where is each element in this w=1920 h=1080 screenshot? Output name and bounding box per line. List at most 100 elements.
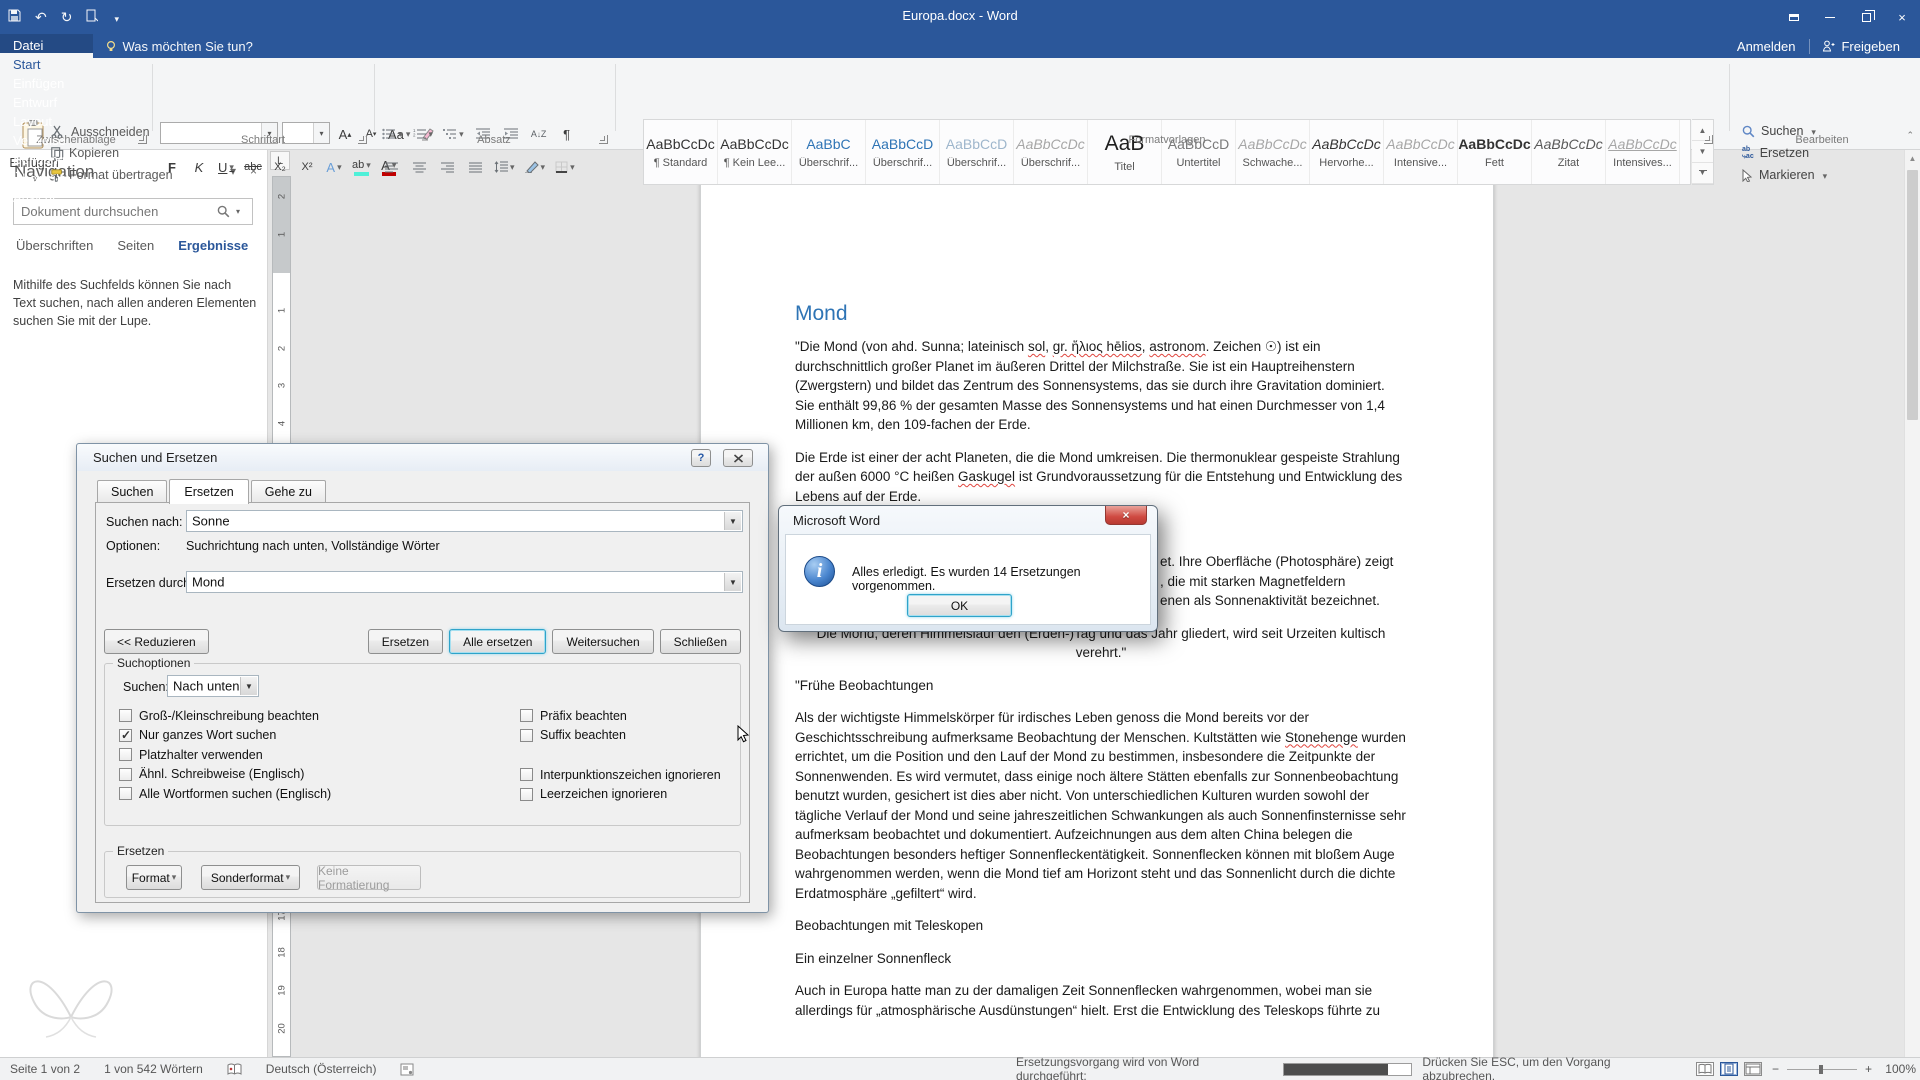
styles-scroll-down-icon[interactable]: ▼ — [1692, 141, 1713, 163]
strikethrough-button[interactable]: abc — [244, 157, 262, 177]
dialog-action-button[interactable]: Weitersuchen — [552, 629, 654, 654]
search-option-checkbox[interactable]: Suffix beachten — [520, 726, 721, 746]
tell-me-box[interactable]: Was möchten Sie tun? — [93, 34, 265, 58]
word-count-status[interactable]: 1 von 542 Wörtern — [104, 1062, 203, 1076]
proofing-status-icon[interactable] — [227, 1063, 242, 1076]
text-effects-button[interactable]: A — [325, 157, 343, 177]
numbered-list-button[interactable]: 12 — [413, 124, 434, 144]
ribbon-tab[interactable]: Überprüfen — [0, 167, 93, 186]
zoom-slider[interactable] — [1786, 1064, 1857, 1074]
style-item[interactable]: AaBbCcDc Hervorhe... — [1310, 120, 1384, 184]
bold-button[interactable]: F — [163, 157, 181, 177]
style-item[interactable]: AaBbCcD Überschrif... — [866, 120, 940, 184]
web-layout-icon[interactable] — [1743, 1062, 1762, 1076]
macro-record-icon[interactable] — [400, 1063, 414, 1076]
collapse-ribbon-icon[interactable]: ⌃ — [1906, 130, 1914, 141]
reduce-button[interactable]: << Reduzieren — [104, 629, 209, 654]
search-options-caret-icon[interactable]: ▾ — [236, 207, 252, 216]
share-button[interactable]: Freigeben — [1809, 38, 1912, 54]
search-option-checkbox[interactable]: Alle Wortformen suchen (Englisch) — [119, 784, 331, 804]
close-button[interactable]: × — [1884, 0, 1920, 34]
format-button[interactable]: Format — [126, 865, 182, 890]
bullet-list-button[interactable] — [382, 124, 403, 144]
show-paragraph-marks-button[interactable]: ¶ — [558, 124, 576, 144]
search-option-checkbox[interactable]: Interpunktionszeichen ignorieren — [520, 765, 721, 785]
page-count-status[interactable]: Seite 1 von 2 — [10, 1062, 80, 1076]
style-item[interactable]: AaBbCcDc Intensive... — [1384, 120, 1458, 184]
superscript-button[interactable]: X² — [298, 157, 316, 177]
dialog-help-button[interactable]: ? — [691, 449, 711, 467]
dialog-action-button[interactable]: Ersetzen — [367, 629, 444, 654]
navigation-tab[interactable]: Überschriften — [16, 238, 93, 253]
search-option-checkbox[interactable]: Leerzeichen ignorieren — [520, 785, 721, 805]
checkbox-icon[interactable] — [520, 768, 533, 782]
style-item[interactable]: AaBbCcDc Zitat — [1532, 120, 1606, 184]
special-format-button[interactable]: Sonderformat — [201, 865, 300, 890]
dialog-action-button[interactable]: Schließen — [659, 629, 741, 654]
style-item[interactable]: AaBbCcD Untertitel — [1162, 120, 1236, 184]
dialog-close-button[interactable] — [723, 449, 753, 467]
search-option-checkbox[interactable]: Nur ganzes Wort suchen — [119, 726, 331, 746]
dialog-action-button[interactable]: Alle ersetzen — [449, 629, 547, 654]
checkbox-icon[interactable] — [119, 787, 132, 801]
search-option-checkbox[interactable]: Platzhalter verwenden — [119, 745, 331, 765]
print-layout-icon[interactable] — [1719, 1062, 1738, 1076]
zoom-slider-thumb[interactable] — [1818, 1064, 1823, 1074]
styles-more-icon[interactable]: ▼ — [1692, 162, 1713, 184]
font-dialog-launcher-icon[interactable] — [358, 135, 367, 144]
align-left-button[interactable] — [382, 157, 400, 177]
ribbon-tab[interactable]: Sendungen — [0, 148, 93, 167]
search-option-checkbox[interactable]: Präfix beachten — [520, 706, 721, 726]
restore-button[interactable] — [1848, 0, 1884, 34]
ribbon-tab[interactable]: Einfügen — [0, 72, 93, 91]
checkbox-icon[interactable] — [119, 748, 132, 762]
search-combo-caret-icon[interactable]: ▼ — [724, 512, 741, 530]
underline-button[interactable]: U — [217, 157, 235, 177]
style-item[interactable]: AaBbCcDc Schwache... — [1236, 120, 1310, 184]
ribbon-tab[interactable]: Datei — [0, 34, 93, 53]
ribbon-tab[interactable]: Start — [0, 53, 93, 72]
style-item[interactable]: AaBbC Überschrif... — [792, 120, 866, 184]
borders-button[interactable] — [555, 157, 575, 177]
navigation-tab[interactable]: Ergebnisse — [178, 238, 248, 253]
checkbox-icon[interactable] — [520, 728, 533, 742]
line-spacing-button[interactable] — [494, 157, 515, 177]
align-center-button[interactable] — [410, 157, 428, 177]
justify-button[interactable] — [466, 157, 484, 177]
zoom-out-icon[interactable]: − — [1772, 1062, 1779, 1076]
language-status[interactable]: Deutsch (Österreich) — [266, 1062, 377, 1076]
no-formatting-button[interactable]: Keine Formatierung — [317, 864, 421, 892]
styles-dialog-launcher-icon[interactable] — [1704, 135, 1713, 144]
checkbox-icon[interactable] — [520, 709, 533, 723]
scrollbar-up-icon[interactable]: ▲ — [1905, 150, 1920, 166]
ribbon-tab[interactable]: Layout — [0, 110, 93, 129]
checkbox-icon[interactable] — [119, 709, 132, 723]
checkbox-icon[interactable] — [520, 787, 533, 801]
zoom-in-icon[interactable]: + — [1865, 1062, 1872, 1076]
style-item[interactable]: AaBbCcD Überschrif... — [940, 120, 1014, 184]
search-option-checkbox[interactable]: Ähnl. Schreibweise (Englisch) — [119, 765, 331, 785]
replace-with-combo[interactable]: Mond ▼ — [186, 571, 743, 593]
direction-combo-caret-icon[interactable]: ▼ — [240, 677, 257, 695]
ribbon-tab[interactable]: Verweise — [0, 129, 93, 148]
checkbox-icon[interactable] — [119, 728, 132, 742]
vertical-scrollbar[interactable]: ▲ — [1904, 150, 1920, 1057]
replace-combo-caret-icon[interactable]: ▼ — [724, 573, 741, 591]
search-option-checkbox[interactable]: Groß-/Kleinschreibung beachten — [119, 706, 331, 726]
highlight-button[interactable]: ab — [352, 157, 371, 177]
italic-button[interactable]: K — [190, 157, 208, 177]
read-mode-icon[interactable] — [1695, 1062, 1714, 1076]
style-item[interactable]: AaBbCcDc Überschrif... — [1014, 120, 1088, 184]
shading-button[interactable] — [524, 157, 546, 177]
align-right-button[interactable] — [438, 157, 456, 177]
grow-font-button[interactable]: A ▴ — [336, 124, 354, 144]
style-item[interactable]: AaBbCcDc Fett — [1458, 120, 1532, 184]
direction-combo[interactable]: Nach unten ▼ — [167, 675, 259, 697]
search-for-combo[interactable]: Sonne ▼ — [186, 510, 743, 532]
style-item[interactable]: AaBbCcDc ¶ Standard — [644, 120, 718, 184]
scrollbar-thumb[interactable] — [1907, 170, 1918, 420]
ribbon-tab[interactable]: Entwurf — [0, 91, 93, 110]
style-item[interactable]: AaBbCcDc Intensives... — [1606, 120, 1680, 184]
style-item[interactable]: AaB Titel — [1088, 120, 1162, 184]
subscript-button[interactable]: X₂ — [271, 157, 289, 177]
